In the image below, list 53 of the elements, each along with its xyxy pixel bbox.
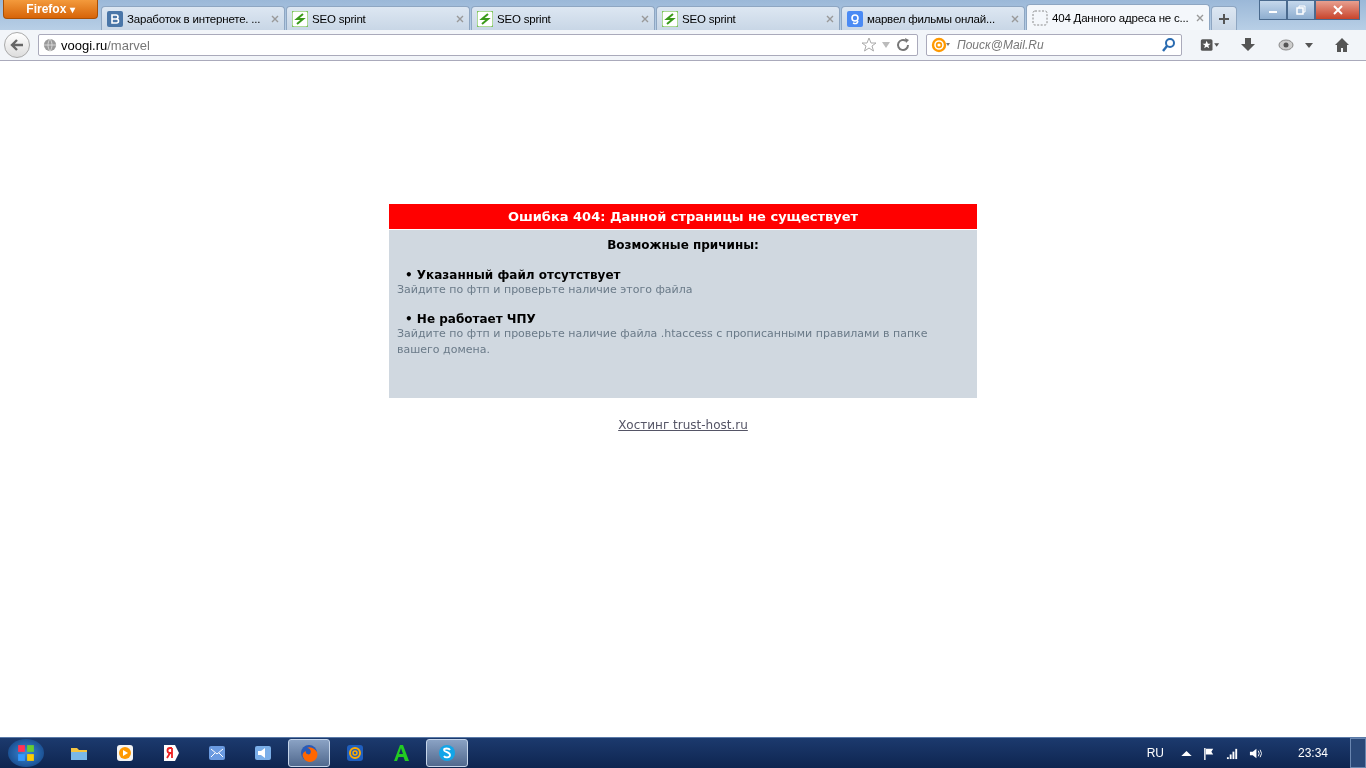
back-button[interactable] <box>4 32 30 58</box>
search-bar[interactable]: Поиск@Mail.Ru <box>926 34 1182 56</box>
browser-tab[interactable]: SEO sprint <box>286 6 470 30</box>
language-indicator[interactable]: RU <box>1146 746 1164 760</box>
bookmarks-icon[interactable] <box>1200 37 1220 53</box>
browser-tab[interactable]: SEO sprint <box>471 6 655 30</box>
app-icon <box>345 743 365 763</box>
search-icon[interactable] <box>1161 37 1177 53</box>
signal-icon[interactable] <box>1225 746 1239 760</box>
favicon-icon <box>1032 9 1048 26</box>
start-button[interactable] <box>8 739 44 767</box>
hosting-link[interactable]: Хостинг trust-host.ru <box>618 418 748 432</box>
close-tab-icon[interactable] <box>1196 13 1204 22</box>
favicon-icon <box>662 10 678 27</box>
globe-icon <box>43 38 57 52</box>
mail-ru-at-icon <box>931 37 951 53</box>
cause-title: • Указанный файл отсутствует <box>404 268 622 282</box>
browser-tab[interactable]: 404 Данного адреса не с... <box>1026 4 1210 30</box>
app-icon <box>161 743 181 763</box>
close-window-icon[interactable] <box>1315 0 1360 20</box>
app-icon <box>115 743 135 763</box>
plus-icon <box>1218 12 1230 25</box>
favicon-icon <box>477 10 493 27</box>
cause-title: • Не работает ЧПУ <box>404 312 537 326</box>
causes-heading: Возможные причины: <box>606 238 760 252</box>
browser-tab[interactable]: SEO sprint <box>656 6 840 30</box>
browser-tab[interactable]: Заработок в интернете. ... <box>101 6 285 30</box>
url-text: voogi.ru/marvel <box>61 37 151 53</box>
app-icon <box>207 743 227 763</box>
cause-text: Зайдите по фтп и проверьте наличие этого файла <box>397 282 694 298</box>
eye-icon[interactable] <box>1276 37 1296 53</box>
back-arrow-icon <box>9 37 25 53</box>
clock[interactable]: 23:34 <box>1297 746 1328 760</box>
windows-logo-icon <box>17 744 35 762</box>
minimize-icon[interactable] <box>1259 0 1287 20</box>
flag-icon[interactable] <box>1202 746 1216 760</box>
address-bar[interactable]: voogi.ru/marvel <box>38 34 918 56</box>
favicon-icon <box>292 10 308 27</box>
reload-icon[interactable] <box>895 37 911 53</box>
app-icon <box>437 743 457 763</box>
favicon-icon <box>847 10 863 27</box>
app-icon <box>391 743 411 763</box>
app-icon <box>299 743 319 763</box>
app-icon <box>253 743 273 763</box>
cause-text: Зайдите по фтп и проверьте наличие файла .htaccess с прописанными правилами в папке вашего домена. <box>397 326 929 358</box>
new-tab-button[interactable] <box>1211 6 1237 30</box>
dropdown-icon[interactable] <box>1304 40 1314 50</box>
restore-icon[interactable] <box>1287 0 1315 20</box>
browser-tab[interactable]: марвел фильмы онлай... <box>841 6 1025 30</box>
favicon-icon <box>107 10 123 27</box>
show-desktop-button[interactable] <box>1350 738 1366 768</box>
error-title: Ошибка 404: Данной страницы не существует <box>389 204 977 230</box>
star-icon[interactable] <box>861 37 877 53</box>
